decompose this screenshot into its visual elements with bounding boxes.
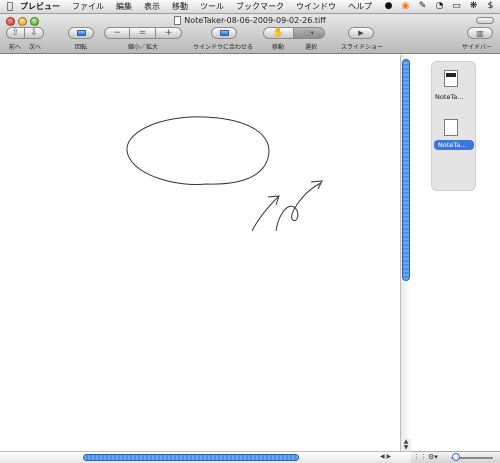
next-button[interactable]: ⇩ — [25, 27, 44, 39]
menu-view[interactable]: 表示 — [144, 1, 160, 12]
menu-edit[interactable]: 編集 — [116, 1, 132, 12]
thumbnail-list: NoteTa... NoteTa... — [431, 61, 476, 191]
window-title-text: NoteTaker-08-06-2009-09-02-26.tiff — [184, 16, 326, 25]
zoom-out-button[interactable]: − — [104, 27, 130, 39]
vertical-scroll-arrows[interactable]: ▲ ▼ — [400, 439, 411, 451]
wifi-icon[interactable]: ◉ — [400, 1, 411, 12]
menu-file[interactable]: ファイル — [72, 1, 104, 12]
sidebar-icon: ▥ — [476, 28, 484, 38]
select-tool-button[interactable]: ⬚▾ — [294, 27, 325, 39]
preview-window: NoteTaker-08-06-2009-09-02-26.tiff ⇧ ⇩ 前… — [0, 14, 500, 463]
prev-label: 前へ — [9, 44, 22, 51]
slideshow-label: スライドショー — [341, 44, 384, 51]
prev-next-control: ⇧ ⇩ — [6, 27, 44, 39]
menu-bookmarks[interactable]: ブックマーク — [236, 1, 284, 12]
move-tool-button[interactable]: ✋ — [263, 27, 294, 39]
rotate-icon — [76, 30, 86, 36]
menu-help[interactable]: ヘルプ — [348, 1, 372, 12]
thumbnail-1-header — [446, 73, 456, 77]
move-label: 移動 — [272, 44, 285, 51]
dollar-icon[interactable]: $ — [485, 1, 496, 12]
timemachine-icon[interactable]: ◔ — [434, 1, 445, 12]
rotate-button[interactable] — [68, 27, 94, 39]
record-icon[interactable]: ● — [383, 1, 394, 12]
thumbnail-1-label[interactable]: NoteTa... — [435, 92, 475, 102]
handwriting-drawing — [126, 116, 323, 232]
thumbnail-1[interactable] — [444, 70, 458, 87]
menu-extras: ● ◉ ✎ ◔ ▭ ❋ $ — [383, 1, 496, 12]
thumbnail-2-label[interactable]: NoteTa... — [434, 140, 474, 150]
rotate-label: 回転 — [75, 44, 88, 51]
select-label: 選択 — [305, 44, 318, 51]
tool-mode-control: ✋ ⬚▾ — [263, 27, 325, 39]
horizontal-scroll-thumb[interactable] — [83, 454, 299, 461]
menu-go[interactable]: 移動 — [172, 1, 188, 12]
resize-grip-icon[interactable]: ⋮⋮ — [413, 453, 427, 461]
vertical-scrollbar[interactable] — [400, 55, 411, 451]
toolbar-toggle-button[interactable] — [476, 17, 494, 24]
window-title: NoteTaker-08-06-2009-09-02-26.tiff — [0, 16, 500, 25]
document-canvas[interactable] — [0, 55, 400, 451]
drawn-arrow-left — [251, 195, 280, 232]
evernote-icon[interactable]: ✎ — [417, 1, 428, 12]
fit-window-label: ウインドウに合わせる — [193, 44, 254, 51]
play-icon: ▶ — [358, 29, 364, 37]
sidebar-button[interactable]: ▥ — [467, 27, 493, 39]
next-label: 次へ — [29, 44, 42, 51]
menu-bar:  プレビュー ファイル 編集 表示 移動 ツール ブックマーク ウインドウ ヘ… — [0, 0, 500, 14]
horizontal-scrollbar[interactable]: ◀ ▶ — [0, 451, 411, 463]
thumbnail-size-knob[interactable] — [452, 453, 460, 461]
zoom-in-button[interactable]: + — [156, 27, 182, 39]
gear-icon[interactable]: ⚙▾ — [428, 453, 438, 461]
fit-window-icon — [219, 30, 229, 36]
paw-icon[interactable]: ❋ — [468, 1, 479, 12]
apple-menu-icon[interactable]:  — [0, 1, 20, 12]
hand-icon: ✋ — [272, 28, 285, 38]
prev-button[interactable]: ⇧ — [6, 27, 25, 39]
up-arrow-icon: ⇧ — [11, 28, 20, 38]
zoom-control: − = + — [104, 27, 182, 39]
zoom-out-icon: − — [113, 28, 121, 38]
document-icon — [174, 16, 182, 25]
app-menu[interactable]: プレビュー — [20, 1, 60, 12]
vertical-scroll-thumb[interactable] — [402, 59, 410, 281]
thumbnail-sidebar: NoteTa... NoteTa... — [411, 55, 500, 451]
title-toolbar: NoteTaker-08-06-2009-09-02-26.tiff ⇧ ⇩ 前… — [0, 14, 500, 54]
down-arrow-icon: ⇩ — [30, 28, 38, 38]
drawn-arrow-right — [275, 180, 323, 232]
actual-size-button[interactable]: = — [130, 27, 156, 39]
actual-size-icon: = — [138, 28, 147, 38]
slideshow-button[interactable]: ▶ — [348, 27, 374, 39]
drawn-ellipse — [126, 116, 270, 186]
select-icon: ⬚▾ — [303, 29, 315, 37]
fit-window-button[interactable] — [211, 27, 237, 39]
thumbnail-2[interactable] — [444, 119, 458, 136]
sidebar-label: サイドバー — [462, 44, 493, 51]
horizontal-scroll-arrows[interactable]: ◀ ▶ — [380, 453, 391, 460]
menu-window[interactable]: ウインドウ — [296, 1, 336, 12]
zoom-in-icon: + — [164, 28, 173, 38]
battery-icon[interactable]: ▭ — [451, 1, 462, 12]
sidebar-footer: ⋮⋮ ⚙▾ — [411, 451, 500, 463]
menu-tools[interactable]: ツール — [200, 1, 224, 12]
zoom-label: 縮小／拡大 — [128, 44, 159, 51]
